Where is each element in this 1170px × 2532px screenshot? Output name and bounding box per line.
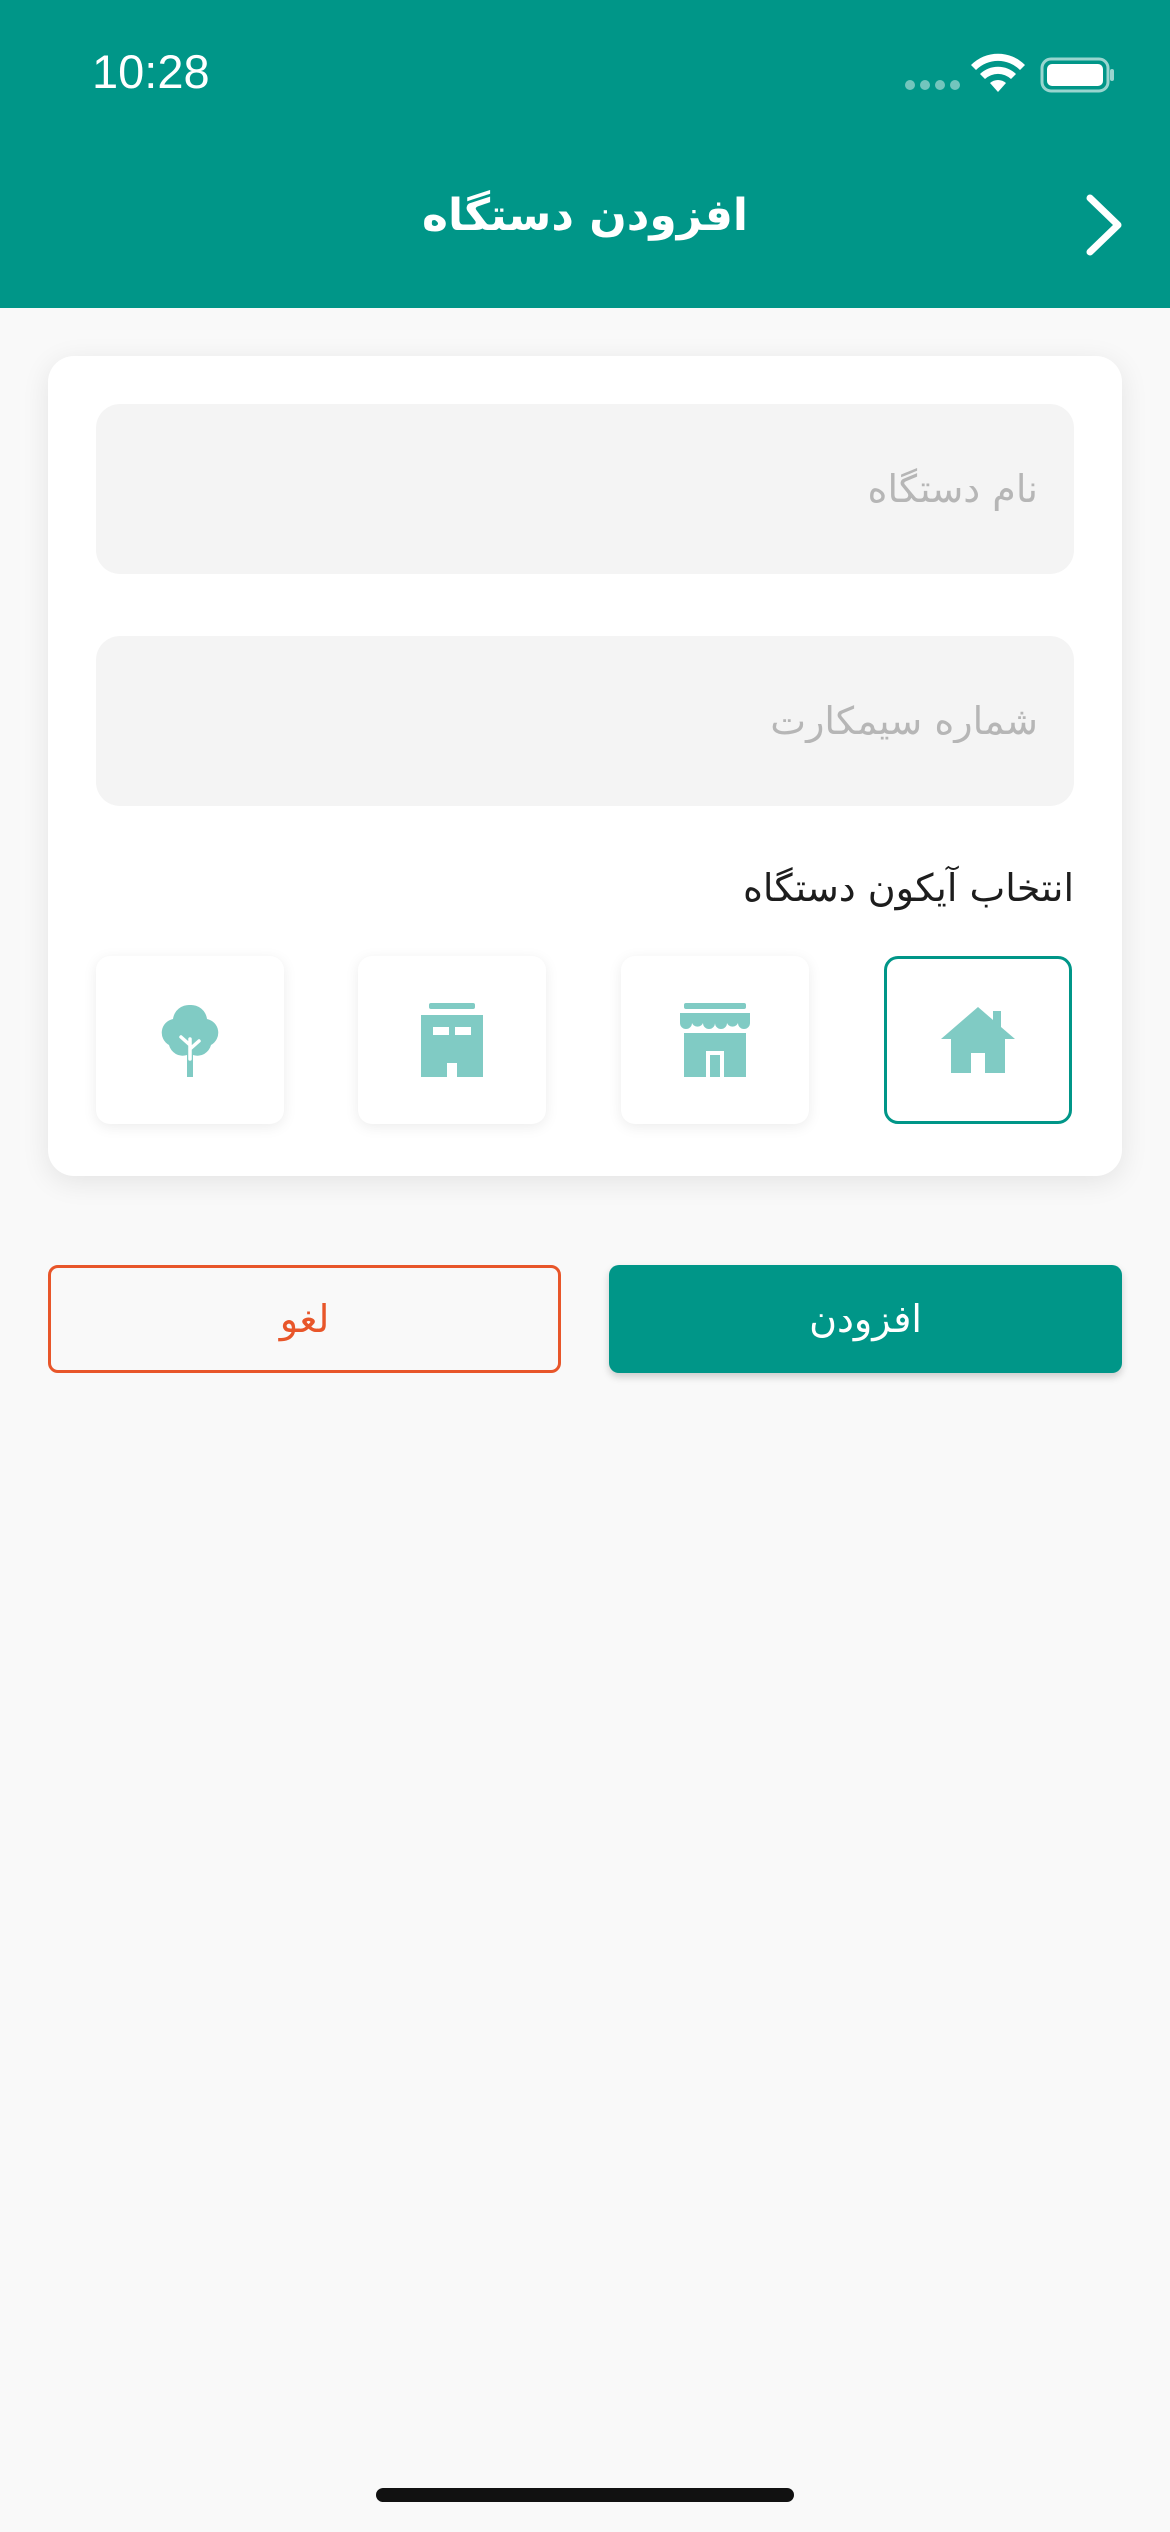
page-title: افزودن دستگاه <box>422 190 748 241</box>
back-chevron-icon[interactable] <box>1080 190 1130 260</box>
icon-option-store[interactable] <box>621 956 809 1124</box>
tree-icon <box>161 1004 219 1077</box>
cellular-signal-icon <box>905 80 961 92</box>
icon-option-home[interactable] <box>884 956 1072 1124</box>
building-icon <box>421 1003 483 1077</box>
device-form-card: انتخاب آیکون دستگاه <box>48 356 1122 1176</box>
home-icon <box>941 1007 1015 1073</box>
store-icon <box>680 1003 750 1077</box>
status-time: 10:28 <box>92 45 210 98</box>
battery-icon <box>1040 57 1114 93</box>
sim-number-input[interactable] <box>96 636 1074 806</box>
add-button[interactable]: افزودن <box>609 1265 1122 1373</box>
icon-section-label: انتخاب آیکون دستگاه <box>743 866 1074 910</box>
app-header: 10:28 افزودن دستگاه <box>0 0 1170 308</box>
cancel-button[interactable]: لغو <box>48 1265 561 1373</box>
home-indicator <box>376 2488 794 2502</box>
wifi-icon <box>971 53 1025 92</box>
device-name-input[interactable] <box>96 404 1074 574</box>
icon-option-tree[interactable] <box>96 956 284 1124</box>
icon-option-building[interactable] <box>358 956 546 1124</box>
